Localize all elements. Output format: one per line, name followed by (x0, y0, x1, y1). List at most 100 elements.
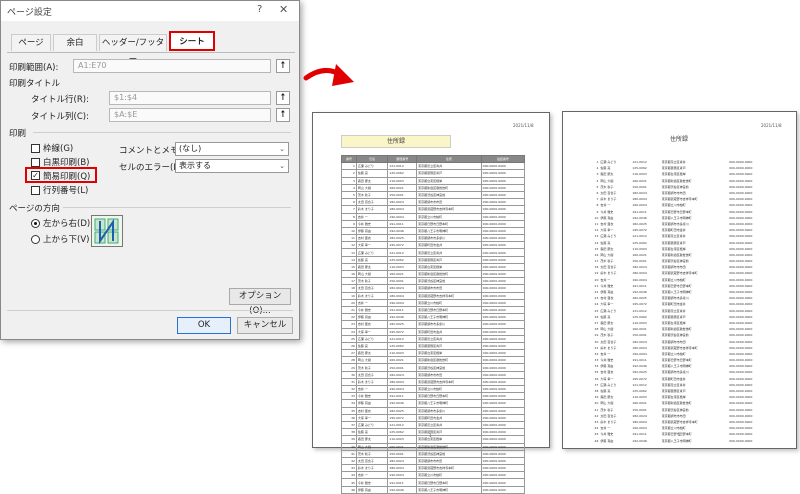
table-cell: 東京都調布市布田 (416, 198, 482, 207)
close-icon[interactable]: ✕ (279, 3, 288, 16)
table-cell: 東京都足立区青井 (416, 248, 482, 257)
tab-page[interactable]: ページ (11, 34, 51, 51)
table-row: 18 太田 百合子 182-0024 東京都調布市布田 000-0000-0000 (341, 284, 526, 293)
table-cell: 東京都足立区青井 (416, 162, 482, 171)
title-rows-collapse-button[interactable]: ⭡ (276, 91, 290, 105)
print-area-input[interactable]: A1:E70 (73, 59, 271, 73)
table-cell: 吉村 亜衣 (355, 406, 389, 415)
table-cell: 東京都新宿区歌舞伎町 (416, 269, 482, 279)
table-cell: 東京都葛飾区青戸 (416, 169, 482, 178)
table-cell: 39 (341, 435, 357, 444)
table-row: 31 鈴木 まり子 180-0004 東京都武蔵野市吉祥寺本町 000-0000-000… (341, 377, 526, 387)
table-cell: 000-0000-0000 (480, 334, 526, 343)
table-cell: 5 (341, 190, 357, 200)
gridlines-checkbox[interactable] (31, 144, 40, 153)
table-cell: 森田 慶太 (355, 435, 389, 444)
table-cell: 東京都立川市柏町 (416, 384, 482, 394)
table-cell: 34 (341, 399, 357, 408)
table-cell: 東京都調布市布田 (416, 370, 482, 379)
title-cols-input[interactable]: $A:$E (109, 108, 271, 122)
table-cell: 東京都武蔵野市吉祥寺本町 (416, 205, 482, 214)
table-cell: 180-0004 (387, 464, 418, 473)
table-cell: 東京都台東区根岸 (416, 349, 482, 358)
table-row: 45 今井 雅史 191-0011 東京都日野市日野本町 000-0000-0000 (341, 478, 526, 487)
draft-quality-label: 簡易印刷(Q) (43, 172, 91, 182)
table-cell: 000-0000-0000 (480, 205, 526, 214)
table-cell: 13 (341, 248, 357, 257)
table-cell: 190-0004 (387, 471, 418, 480)
table-row: 23 吉村 亜衣 182-0025 東京都調布市多摩川 000-0000-0000 (341, 320, 526, 329)
table-row: 40 岡山 大樹 160-0021 東京都新宿区歌舞伎町 000-0000-0000 (341, 442, 526, 451)
table-row: 12 大塚 幸一 195-0072 東京都町田市金井 000-0000-0000 (341, 241, 526, 250)
comments-select[interactable]: (なし) ⌄ (175, 142, 289, 156)
table-row: 29 茂木 秋子 150-0001 東京都渋谷区神宮前 000-0000-0000 (341, 363, 526, 372)
table-cell: 110-0003 (387, 349, 418, 358)
title-rows-input[interactable]: $1:$4 (109, 91, 271, 105)
table-cell: 岡山 大樹 (355, 356, 389, 365)
table-cell: 121-0012 (387, 334, 418, 343)
table-cell: 佐藤 亮 (355, 428, 389, 437)
options-button[interactable]: オプション(O)... (229, 288, 291, 316)
table-cell: 森田 慶太 (355, 262, 389, 272)
footer-divider (7, 310, 293, 311)
table-row: 19 鈴木 まり子 180-0004 東京都武蔵野市吉祥寺本町 000-0000-000… (341, 291, 526, 300)
table-row: 6 太田 百合子 182-0024 東京都調布市布田 000-0000-0000 (341, 198, 526, 207)
table-cell: 000-0000-0000 (480, 413, 526, 422)
down-then-over-radio[interactable] (31, 219, 40, 228)
table-cell: 31 (341, 377, 357, 387)
table-cell: 192-0046 (387, 226, 418, 236)
table-row: 37 広瀬 みどり 121-0012 東京都足立区青井 000-0000-0000 (341, 420, 526, 430)
table-cell: 150-0001 (387, 449, 418, 458)
table-cell: 000-0000-0000 (480, 241, 526, 250)
table-cell: 192-0046 (387, 485, 418, 494)
table-cell: 東京都武蔵野市吉祥寺本町 (416, 464, 482, 473)
table-cell: 東京都町田市金井 (416, 413, 482, 422)
table-cell: 121-0012 (387, 248, 418, 257)
table-cell: 182-0024 (387, 198, 418, 207)
table-cell: 東京都調布市布田 (416, 284, 482, 293)
table-cell: 鈴木 まり子 (355, 377, 389, 387)
table-cell: 東京都渋谷区神宮前 (416, 449, 482, 458)
table-row: 4 岡山 大樹 160-0021 東京都新宿区歌舞伎町 000-0000-0000 (341, 183, 526, 192)
cell-errors-select[interactable]: 表示する ⌄ (175, 159, 289, 173)
table-cell: 吉井 一 (355, 298, 389, 307)
cancel-button[interactable]: キャンセル (237, 317, 293, 334)
print-titles-label: 印刷タイトル (9, 79, 61, 89)
table-cell: 191-0011 (387, 392, 418, 401)
table-cell: 150-0001 (387, 277, 418, 286)
table-cell: 125-0062 (387, 255, 418, 264)
table-cell: 182-0024 (387, 370, 418, 379)
black-white-checkbox[interactable] (31, 158, 40, 167)
table-row: 21 今井 雅史 191-0011 東京都日野市日野本町 000-0000-0000 (341, 305, 526, 315)
tab-sheet[interactable]: シート (169, 31, 215, 51)
column-header: 電話番号 (480, 154, 526, 164)
table-cell: 吉井 一 (355, 384, 389, 394)
table-row: 27 森田 慶太 110-0003 東京都台東区根岸 000-0000-0000 (341, 349, 526, 358)
table-cell: 000-0000-0000 (480, 298, 526, 307)
table-row: 25 広瀬 みどり 121-0012 東京都足立区青井 000-0000-0000 (341, 334, 526, 343)
table-cell: 37 (341, 420, 357, 430)
table-row: 15 森田 慶太 110-0003 東京都台東区根岸 000-0000-0000 (341, 262, 526, 272)
table-cell: 東京都渋谷区神宮前 (416, 277, 482, 286)
table-cell: 伊藤 真由 (355, 485, 389, 494)
title-cols-collapse-button[interactable]: ⭡ (276, 108, 290, 122)
draft-quality-checkbox[interactable]: ✓ (31, 171, 40, 180)
row-col-headings-checkbox[interactable] (31, 186, 40, 195)
table-cell: 8 (341, 212, 357, 221)
ok-button[interactable]: OK (177, 317, 231, 334)
tab-margins[interactable]: 余白 (53, 34, 97, 51)
table-cell: 182-0025 (387, 406, 418, 415)
dialog-title: ページ設定 (7, 8, 52, 18)
print-area-collapse-button[interactable]: ⭡ (276, 59, 290, 73)
over-then-down-radio[interactable] (31, 235, 40, 244)
table-cell: 広瀬 みどり (355, 420, 389, 430)
table-cell: 東京都足立区青井 (416, 420, 482, 430)
table-cell: 16 (341, 269, 357, 279)
tab-header-footer[interactable]: ヘッダー/フッター (99, 34, 167, 65)
section-divider (63, 207, 291, 208)
table-cell: 28 (341, 356, 357, 365)
over-then-down-label: 上から下(V) (43, 235, 90, 245)
help-icon[interactable]: ? (257, 4, 262, 15)
table-cell: 東京都立川市柏町 (416, 212, 482, 221)
table-cell: 東京都日野市日野本町 (416, 305, 482, 315)
